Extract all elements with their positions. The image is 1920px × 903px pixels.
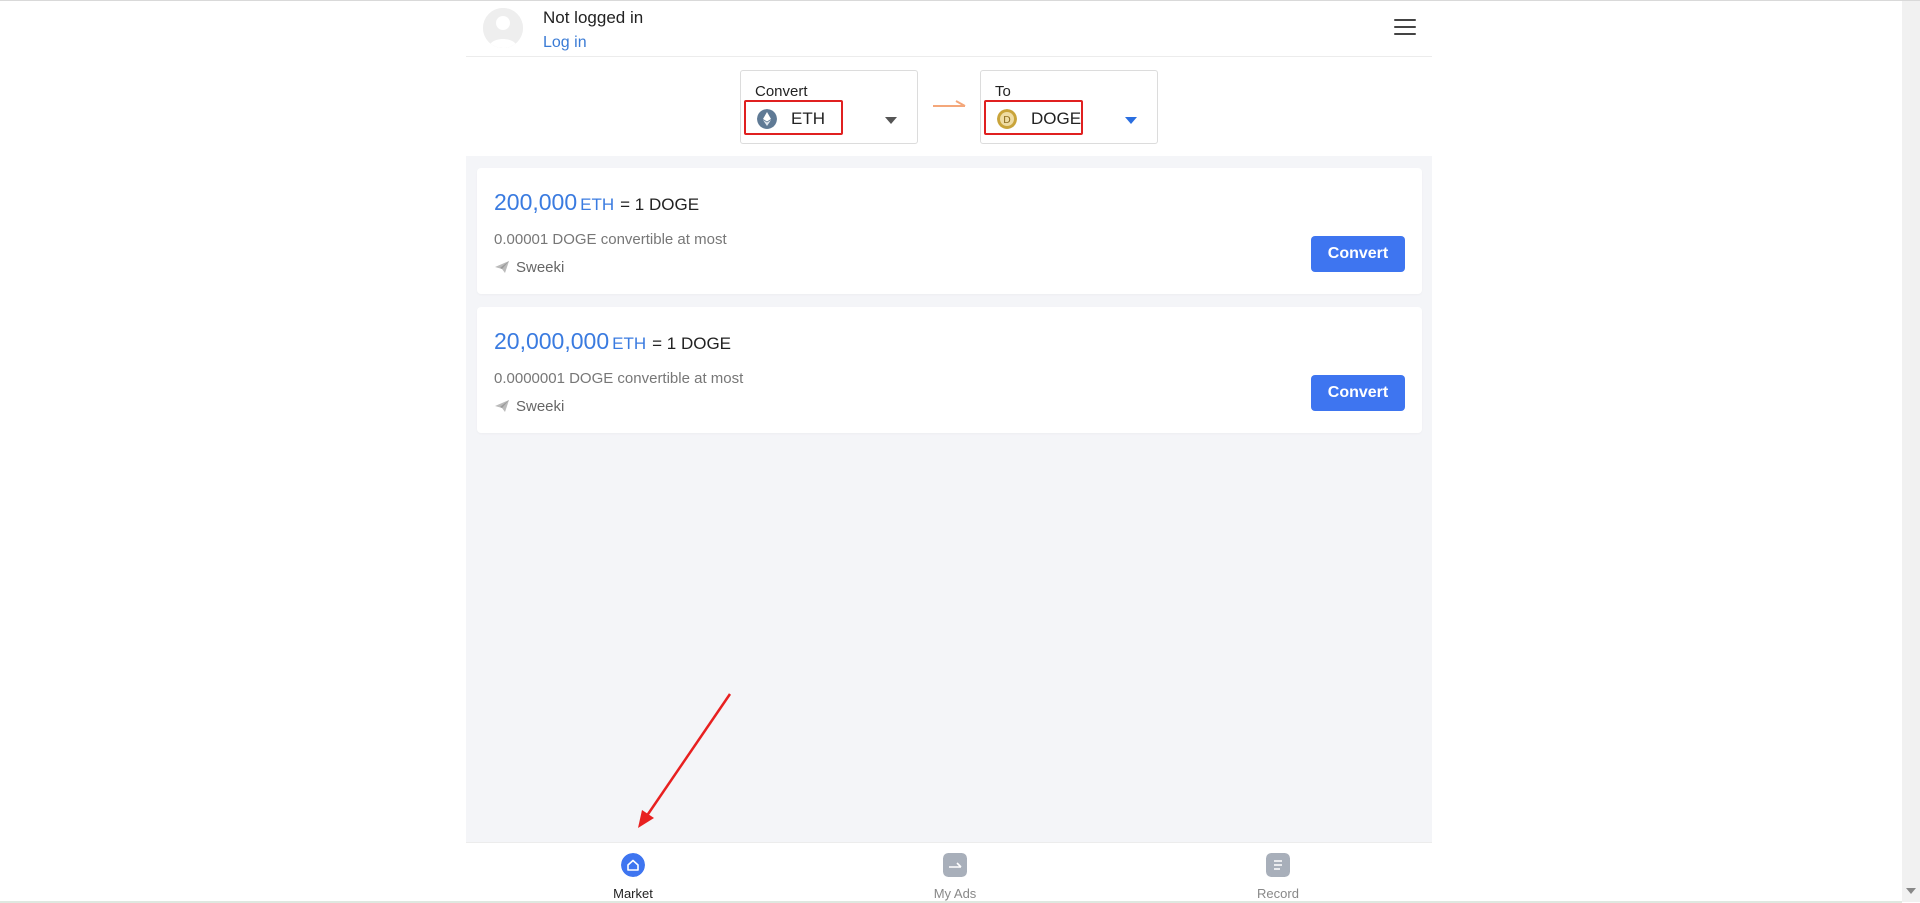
document-icon [1266,853,1290,877]
scroll-down-arrow-icon[interactable] [1906,888,1916,894]
paper-plane-icon [495,261,509,273]
offer-limit: 0.0000001 DOGE convertible at most [494,370,744,387]
offer-seller: Sweeki [494,259,564,276]
offer-rate: 200,000 ETH = 1 DOGE [494,189,699,216]
avatar[interactable] [483,8,523,48]
caret-down-icon [885,117,897,124]
exchange-icon [943,853,967,877]
offer-seller: Sweeki [494,398,564,415]
offer-list: 200,000 ETH = 1 DOGE 0.00001 DOGE converti… [477,168,1422,446]
offer-rate: 20,000,000 ETH = 1 DOGE [494,328,731,355]
tab-label: Market [613,886,653,901]
arrow-right-icon [933,100,966,107]
from-coin-name: ETH [791,109,825,128]
user-silhouette-icon [483,8,523,48]
tab-market[interactable]: Market [573,843,693,903]
paper-plane-icon [495,400,509,412]
offer-amount: 20,000,000 [494,328,610,354]
eth-coin-icon [757,109,777,129]
to-label: To [995,83,1011,100]
seller-name: Sweeki [516,398,565,415]
bottom-tab-bar: Market My Ads Record [466,842,1432,903]
offer-unit: ETH [580,195,615,214]
tab-label: My Ads [933,886,977,901]
to-currency-select[interactable]: To D DOGE [980,70,1158,144]
offer-limit: 0.00001 DOGE convertible at most [494,231,727,248]
doge-coin-icon: D [997,109,1017,129]
from-label: Convert [755,83,808,100]
home-icon [621,853,645,877]
convert-button[interactable]: Convert [1311,236,1405,272]
currency-selector-bar: Convert ETH To D DOGE [466,57,1432,156]
offer-unit: ETH [612,334,647,353]
svg-text:D: D [1003,115,1011,126]
to-coin-name: DOGE [1031,109,1082,128]
to-coin-highlight: D DOGE [984,100,1083,135]
from-coin-highlight: ETH [744,100,843,135]
tab-label: Record [1257,886,1299,901]
from-currency-select[interactable]: Convert ETH [740,70,918,144]
convert-button[interactable]: Convert [1311,375,1405,411]
offer-card: 200,000 ETH = 1 DOGE 0.00001 DOGE converti… [477,168,1422,294]
header: Not logged in Log in [466,1,1432,57]
caret-down-icon [1125,117,1137,124]
tab-record[interactable]: Record [1218,843,1338,903]
offer-equals: = 1 DOGE [652,334,732,353]
offer-amount: 200,000 [494,189,578,215]
offer-equals: = 1 DOGE [620,195,700,214]
offer-card: 20,000,000 ETH = 1 DOGE 0.0000001 DOGE con… [477,307,1422,433]
login-link[interactable]: Log in [543,34,587,52]
tab-my-ads[interactable]: My Ads [895,843,1015,903]
seller-name: Sweeki [516,259,565,276]
scrollbar[interactable] [1902,1,1920,902]
user-status: Not logged in [543,8,644,27]
hamburger-menu-icon[interactable] [1394,19,1416,37]
app-container: Not logged in Log in Convert ETH To D DO… [466,1,1432,903]
